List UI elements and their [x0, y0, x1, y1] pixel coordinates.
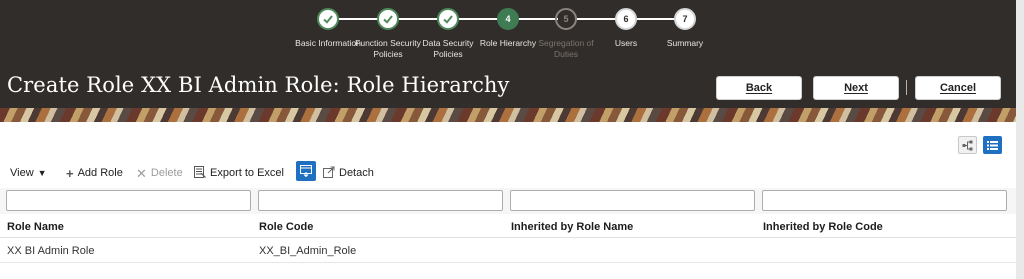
train-step-number: 4 [497, 8, 519, 30]
detach-icon [323, 166, 335, 181]
check-icon [377, 8, 399, 30]
table-header: Role Name Role Code Inherited by Role Na… [0, 216, 1016, 238]
filter-role-name-input[interactable] [6, 190, 251, 211]
add-role-button[interactable]: + Add Role [66, 164, 123, 182]
export-to-excel-button[interactable]: Export to Excel [194, 164, 284, 182]
cancel-button-label: Cancel [939, 82, 977, 94]
filter-inherited-role-code-input[interactable] [762, 190, 1007, 211]
train-step-summary[interactable]: 7 Summary [645, 8, 725, 49]
add-role-label: Add Role [77, 167, 123, 179]
back-button-label: Back [745, 82, 773, 94]
page-header: Basic Information Function Security Poli… [0, 0, 1016, 122]
button-separator [906, 80, 907, 95]
export-excel-icon [194, 165, 206, 181]
next-button-label: Next [844, 82, 868, 94]
column-header-role-code[interactable]: Role Code [259, 221, 313, 233]
delete-label: Delete [150, 167, 183, 179]
back-button[interactable]: Back [716, 76, 802, 100]
export-label: Export to Excel [210, 167, 284, 179]
train-step-label: Summary [666, 38, 704, 48]
vertical-scrollbar[interactable] [1016, 0, 1024, 279]
view-menu-label: View [10, 167, 34, 179]
table-toolbar: View ▼ + Add Role ✕ Delete Export to Exc… [10, 161, 510, 182]
cell-role-code: XX_BI_Admin_Role [259, 245, 357, 257]
freeze-icon[interactable] [296, 161, 316, 181]
train-step-number: 7 [674, 8, 696, 30]
plus-icon: + [66, 165, 74, 181]
hierarchy-view-icon[interactable] [958, 136, 977, 154]
train-step-number: 6 [615, 8, 637, 30]
detach-button[interactable]: Detach [323, 164, 374, 182]
train-step-number: 5 [555, 8, 577, 30]
list-view-icon[interactable] [983, 136, 1002, 154]
view-menu[interactable]: View ▼ [10, 164, 47, 182]
x-icon: ✕ [136, 165, 147, 181]
process-train: Basic Information Function Security Poli… [0, 8, 1016, 68]
caret-down-icon: ▼ [37, 168, 47, 178]
page-title: Create Role XX BI Admin Role: Role Hiera… [7, 73, 510, 97]
column-header-inherited-by-role-name[interactable]: Inherited by Role Name [511, 221, 633, 233]
check-icon [437, 8, 459, 30]
check-icon [317, 8, 339, 30]
column-header-role-name[interactable]: Role Name [7, 221, 64, 233]
cancel-button[interactable]: Cancel [915, 76, 1001, 100]
decorative-pattern [0, 108, 1016, 122]
filter-inherited-role-name-input[interactable] [510, 190, 755, 211]
cell-role-name: XX BI Admin Role [7, 245, 95, 257]
next-button[interactable]: Next [813, 76, 899, 100]
table-row[interactable]: XX BI Admin Role XX_BI_Admin_Role [0, 239, 1016, 263]
detach-label: Detach [339, 167, 374, 179]
delete-button[interactable]: ✕ Delete [136, 164, 183, 182]
query-by-example-row [0, 188, 1016, 214]
filter-role-code-input[interactable] [258, 190, 503, 211]
column-header-inherited-by-role-code[interactable]: Inherited by Role Code [763, 221, 883, 233]
